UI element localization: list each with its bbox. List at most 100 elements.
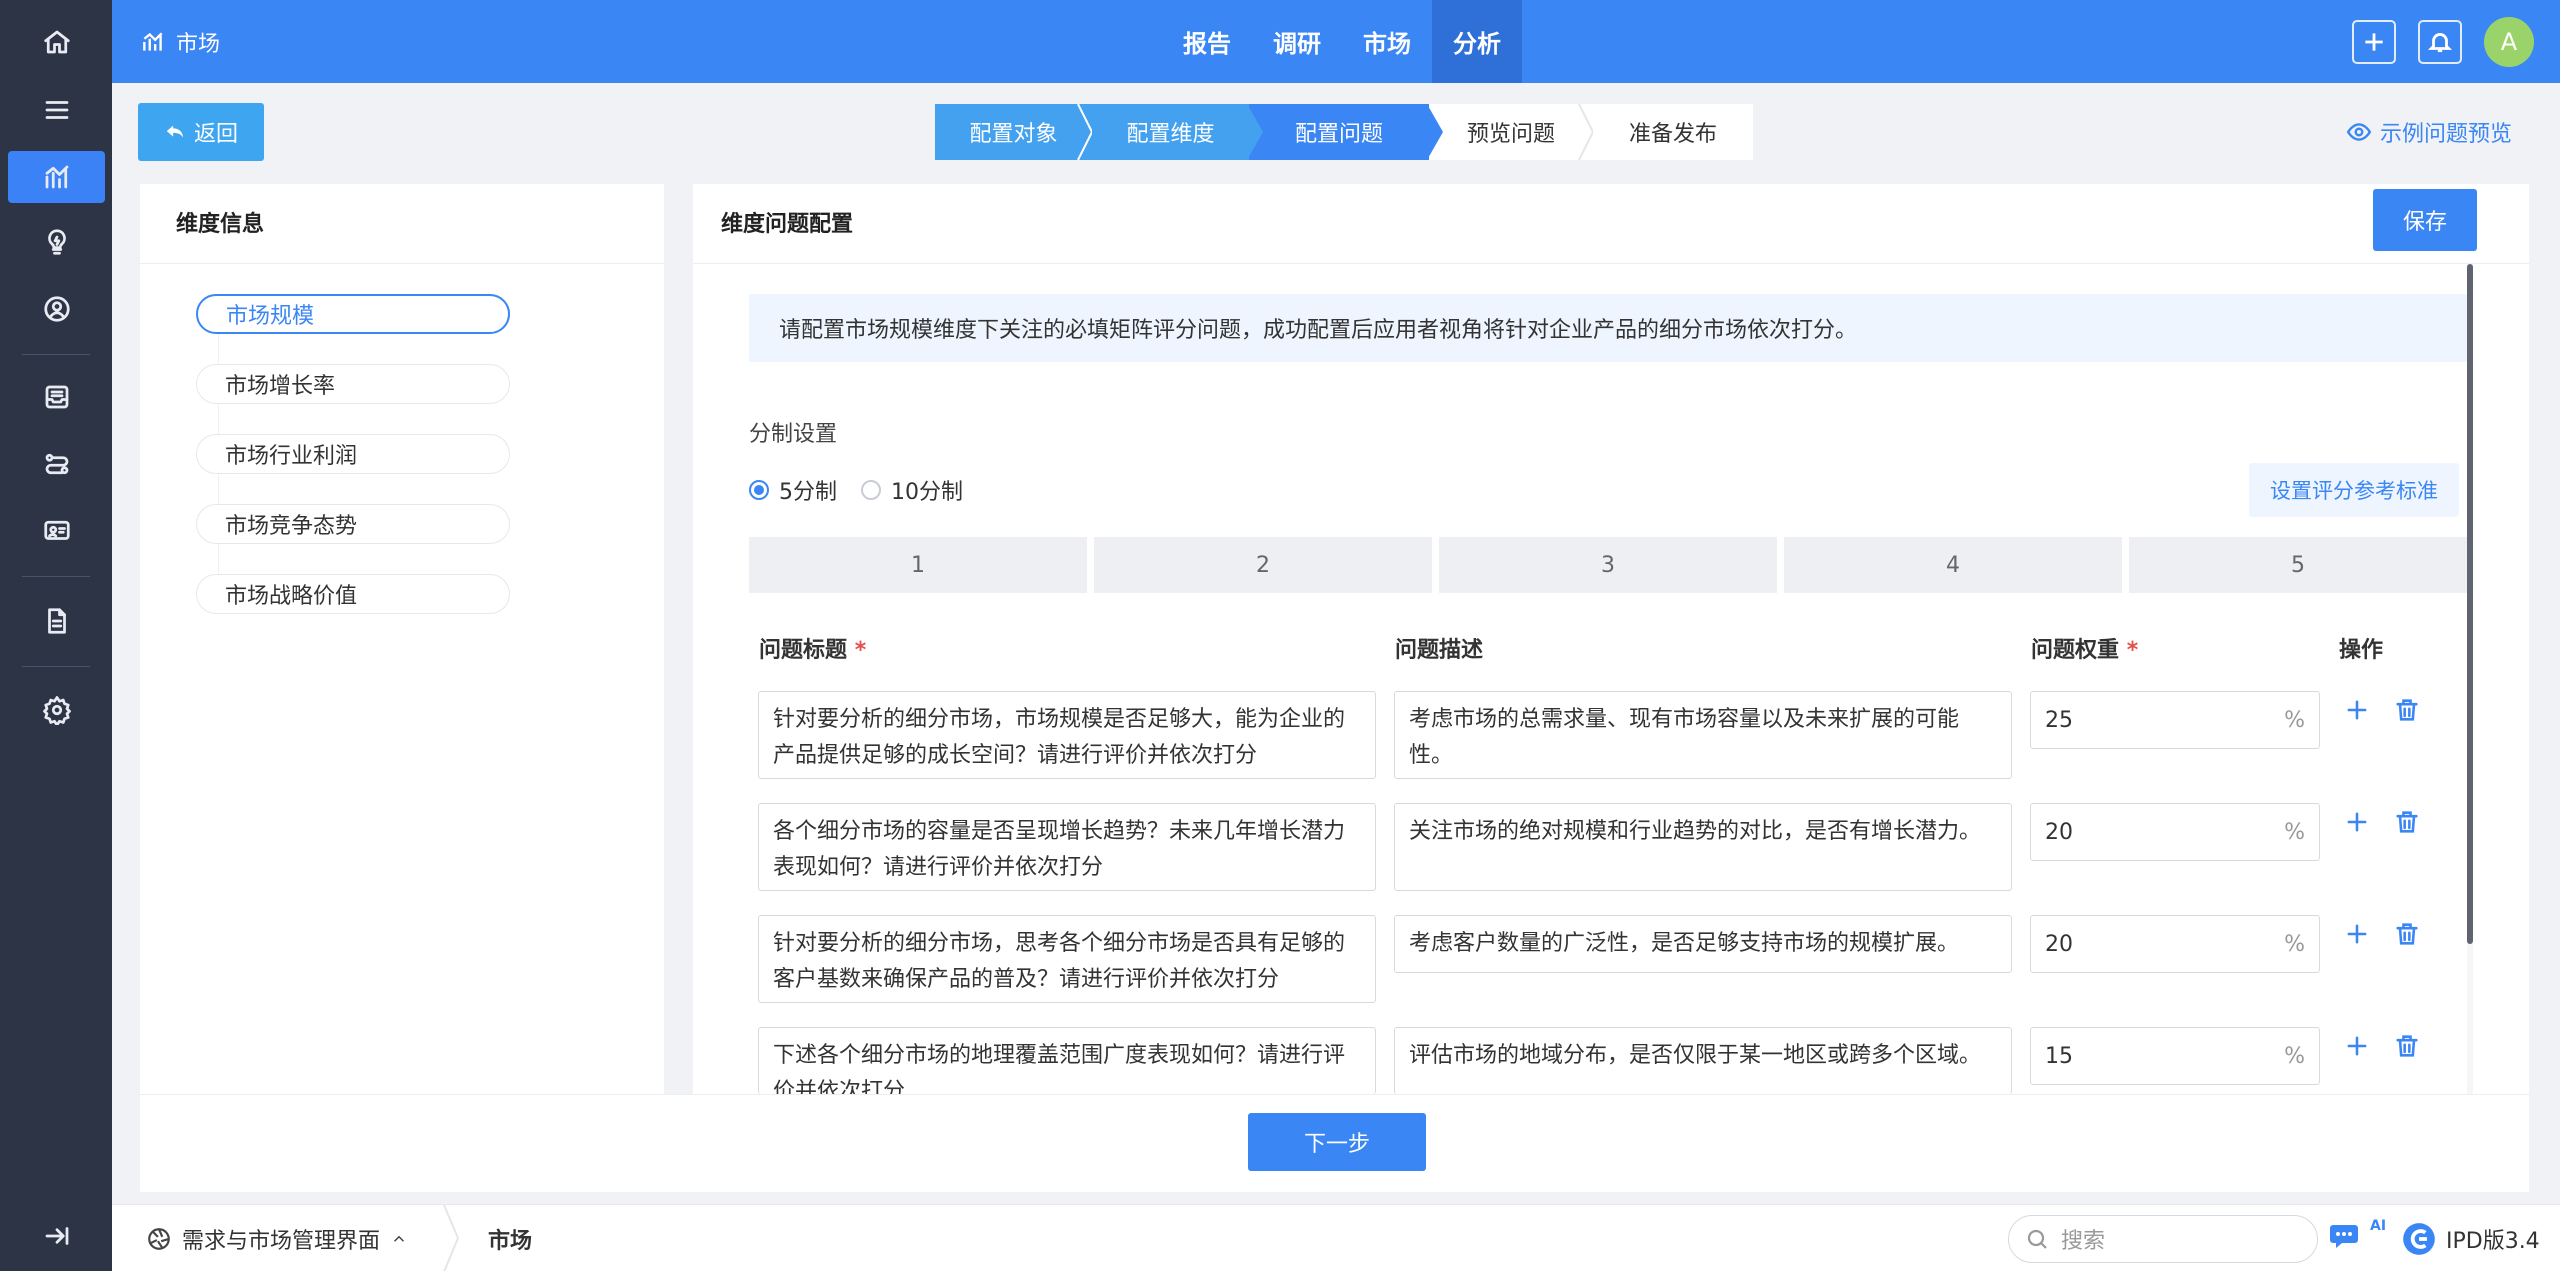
- ai-badge: AI: [2370, 1218, 2387, 1234]
- add-button[interactable]: [2352, 19, 2396, 64]
- question-desc-input[interactable]: 考虑市场的总需求量、现有市场容量以及未来扩展的可能性。: [1394, 691, 2012, 779]
- question-title-input[interactable]: 针对要分析的细分市场，市场规模是否足够大，能为企业的产品提供足够的成长空间？请进…: [758, 691, 1376, 779]
- question-title-input[interactable]: 针对要分析的细分市场，思考各个细分市场是否具有足够的客户基数来确保产品的普及？请…: [758, 915, 1376, 1003]
- row-actions: [2343, 920, 2421, 948]
- plus-icon: [2365, 32, 2383, 51]
- save-button[interactable]: 保存: [2373, 189, 2477, 251]
- notification-button[interactable]: [2418, 19, 2462, 64]
- dimension-item[interactable]: 市场规模: [196, 294, 510, 334]
- nav-research[interactable]: 调研: [1252, 0, 1342, 83]
- search-input[interactable]: 搜索: [2008, 1215, 2318, 1263]
- weight-input[interactable]: 20 %: [2030, 803, 2320, 861]
- trash-icon[interactable]: [2393, 1032, 2421, 1060]
- set-reference-button[interactable]: 设置评分参考标准: [2249, 463, 2459, 517]
- scale-cell: 2: [1094, 537, 1432, 593]
- question-config-panel: 维度问题配置 保存 请配置市场规模维度下关注的必填矩阵评分问题，成功配置后应用者…: [693, 184, 2529, 1094]
- module-title: 市场: [176, 31, 221, 57]
- scoring-label: 分制设置: [749, 422, 838, 447]
- scrollbar-thumb[interactable]: [2467, 264, 2473, 944]
- dimension-item[interactable]: 市场增长率: [196, 364, 510, 404]
- step-arrow-icon: [1247, 104, 1263, 160]
- score-scale: 1 2 3 4 5: [749, 537, 2467, 593]
- status-bar: 需求与市场管理界面 市场 搜索 AI IPD版3.4: [112, 1204, 2560, 1271]
- avatar[interactable]: A: [2484, 16, 2534, 67]
- radio-10-point[interactable]: 10分制: [861, 474, 963, 506]
- dimension-item[interactable]: 市场战略价值: [196, 574, 510, 614]
- col-head-desc: 问题描述: [1395, 632, 1483, 664]
- question-desc-input[interactable]: 评估市场的地域分布，是否仅限于某一地区或跨多个区域。: [1394, 1027, 2012, 1094]
- step-config-dimension[interactable]: 配置维度: [1092, 104, 1263, 160]
- lightbulb-icon[interactable]: [8, 216, 105, 268]
- version-info: IPD版3.4: [2400, 1205, 2540, 1271]
- question-title-input[interactable]: 各个细分市场的容量是否呈现增长趋势？未来几年增长潜力表现如何？请进行评价并依次打…: [758, 803, 1376, 891]
- search-icon: [2027, 1229, 2047, 1249]
- flow-icon[interactable]: [8, 438, 105, 490]
- example-preview-label: 示例问题预览: [2379, 122, 2512, 147]
- step-progress: 配置对象 配置维度 配置问题 预览问题 准备发布: [935, 104, 1753, 160]
- weight-input[interactable]: 20 %: [2030, 915, 2320, 973]
- weight-input[interactable]: 25 %: [2030, 691, 2320, 749]
- plus-icon[interactable]: [2343, 1032, 2371, 1060]
- left-rail: [0, 0, 112, 1271]
- home-icon[interactable]: [8, 16, 105, 68]
- step-ready-publish[interactable]: 准备发布: [1593, 104, 1753, 160]
- brand-logo-icon: [2403, 1222, 2435, 1255]
- row-actions: [2343, 808, 2421, 836]
- chat-ai-icon: [2330, 1225, 2358, 1248]
- ai-assistant-button[interactable]: AI: [2330, 1217, 2386, 1253]
- col-head-label: 问题标题: [759, 638, 848, 663]
- next-button[interactable]: 下一步: [1248, 1113, 1426, 1171]
- scale-cell: 5: [2129, 537, 2467, 593]
- question-config-title: 维度问题配置: [721, 212, 854, 237]
- weight-input[interactable]: 15 %: [2030, 1027, 2320, 1085]
- step-config-object[interactable]: 配置对象: [935, 104, 1094, 160]
- plus-icon[interactable]: [2343, 808, 2371, 836]
- row-actions: [2343, 1032, 2421, 1060]
- scoring-options: 5分制 10分制: [749, 474, 963, 506]
- scale-cell: 1: [749, 537, 1087, 593]
- project-switcher[interactable]: 需求与市场管理界面: [146, 1205, 408, 1271]
- question-desc-input[interactable]: 考虑客户数量的广泛性，是否足够支持市场的规模扩展。: [1394, 915, 2012, 973]
- plus-icon[interactable]: [2343, 696, 2371, 724]
- radio-5-point[interactable]: 5分制: [749, 474, 837, 506]
- inbox-icon[interactable]: [8, 371, 105, 423]
- required-mark: *: [2126, 638, 2139, 663]
- trash-icon[interactable]: [2393, 920, 2421, 948]
- nav-analysis[interactable]: 分析: [1432, 0, 1522, 83]
- menu-icon[interactable]: [8, 84, 105, 136]
- radio-label: 5分制: [779, 480, 837, 505]
- step-preview-question[interactable]: 预览问题: [1429, 104, 1595, 160]
- scale-cell: 3: [1439, 537, 1777, 593]
- nav-report[interactable]: 报告: [1162, 0, 1252, 83]
- module-brand[interactable]: 市场: [140, 0, 220, 83]
- step-arrow-icon: [1427, 104, 1443, 160]
- step-label: 预览问题: [1466, 122, 1555, 147]
- example-preview-link[interactable]: 示例问题预览: [2346, 110, 2512, 154]
- trash-icon[interactable]: [2393, 808, 2421, 836]
- step-config-question[interactable]: 配置问题: [1249, 104, 1443, 160]
- back-button[interactable]: 返回: [138, 103, 264, 161]
- weight-value: 25: [2045, 707, 2073, 733]
- dimension-panel-title: 维度信息: [176, 212, 265, 237]
- plus-icon[interactable]: [2343, 920, 2371, 948]
- analytics-icon[interactable]: [8, 151, 105, 203]
- top-bar: 市场 报告 调研 市场 分析 A: [112, 0, 2560, 83]
- analytics-icon: [143, 31, 163, 51]
- weight-value: 15: [2045, 1043, 2073, 1069]
- trash-icon[interactable]: [2393, 696, 2421, 724]
- nav-market[interactable]: 市场: [1342, 0, 1432, 83]
- col-head-label: 问题描述: [1395, 638, 1484, 663]
- top-nav: 报告 调研 市场 分析: [1162, 0, 1522, 83]
- col-head-label: 操作: [2339, 638, 2384, 663]
- user-circle-icon[interactable]: [8, 283, 105, 335]
- collapse-icon[interactable]: [8, 1210, 105, 1262]
- dimension-item[interactable]: 市场竞争态势: [196, 504, 510, 544]
- percent-unit: %: [2284, 707, 2305, 733]
- question-desc-input[interactable]: 关注市场的绝对规模和行业趋势的对比，是否有增长潜力。: [1394, 803, 2012, 891]
- card-icon[interactable]: [8, 505, 105, 557]
- radio-label: 10分制: [891, 480, 963, 505]
- dimension-item[interactable]: 市场行业利润: [196, 434, 510, 474]
- question-title-input[interactable]: 下述各个细分市场的地理覆盖范围广度表现如何？请进行评价并依次打分: [758, 1027, 1376, 1094]
- document-icon[interactable]: [8, 595, 105, 647]
- settings-icon[interactable]: [8, 684, 105, 736]
